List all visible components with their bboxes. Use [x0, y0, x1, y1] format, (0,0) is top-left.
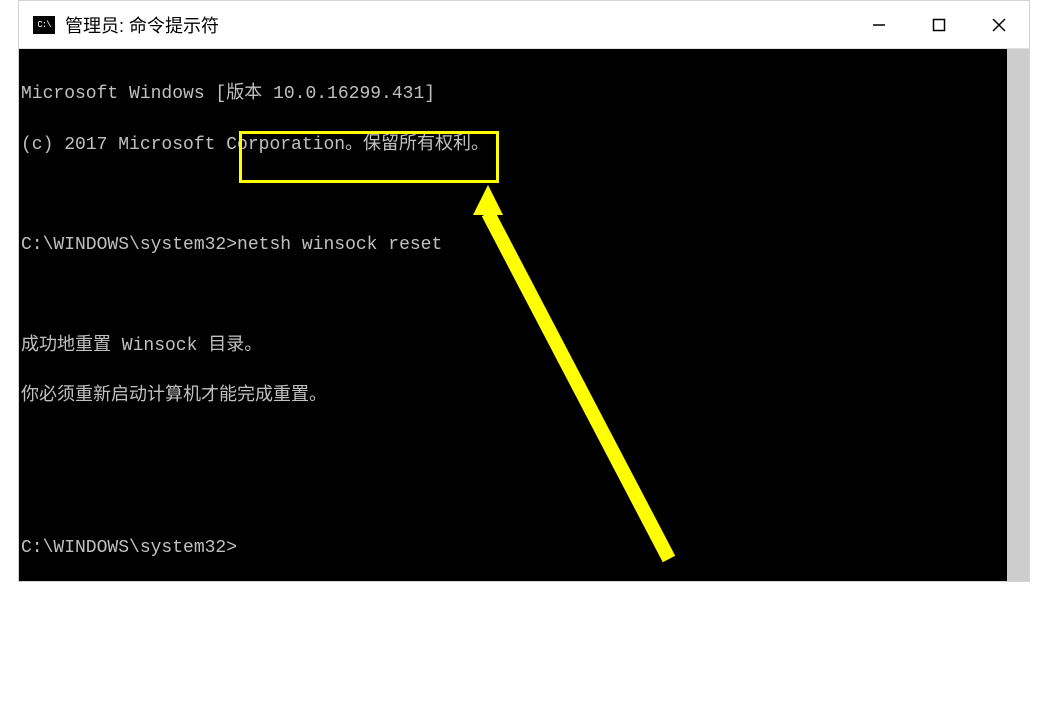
close-icon: [991, 17, 1007, 33]
cmd-icon-glyph: C:\: [37, 20, 50, 30]
terminal-line: 成功地重置 Winsock 目录。: [19, 334, 1007, 359]
terminal-line: [19, 183, 1007, 208]
cmd-icon: C:\: [33, 16, 55, 34]
scrollbar-thumb[interactable]: [1007, 49, 1029, 581]
prompt-path: C:\WINDOWS\system32>: [21, 235, 237, 255]
titlebar[interactable]: C:\ 管理员: 命令提示符: [19, 1, 1029, 49]
terminal-content[interactable]: Microsoft Windows [版本 10.0.16299.431] (c…: [19, 49, 1007, 581]
terminal-line: 你必须重新启动计算机才能完成重置。: [19, 384, 1007, 409]
terminal-line-prompt: C:\WINDOWS\system32>: [19, 536, 1007, 561]
title-left: C:\ 管理员: 命令提示符: [19, 12, 849, 38]
window-controls: [849, 1, 1029, 49]
terminal-line: (c) 2017 Microsoft Corporation。保留所有权利。: [19, 133, 1007, 158]
window-title: 管理员: 命令提示符: [65, 12, 219, 38]
terminal-line-prompt: C:\WINDOWS\system32>netsh winsock reset: [19, 233, 1007, 258]
terminal-line: [19, 435, 1007, 460]
vertical-scrollbar[interactable]: [1007, 49, 1029, 581]
terminal-area[interactable]: Microsoft Windows [版本 10.0.16299.431] (c…: [19, 49, 1029, 581]
terminal-line: Microsoft Windows [版本 10.0.16299.431]: [19, 82, 1007, 107]
terminal-line: [19, 485, 1007, 510]
minimize-icon: [872, 18, 886, 32]
maximize-icon: [932, 18, 946, 32]
terminal-line: [19, 284, 1007, 309]
typed-command: netsh winsock reset: [237, 235, 442, 255]
maximize-button[interactable]: [909, 1, 969, 49]
close-button[interactable]: [969, 1, 1029, 49]
minimize-button[interactable]: [849, 1, 909, 49]
window-frame: C:\ 管理员: 命令提示符 Micro: [18, 0, 1030, 582]
